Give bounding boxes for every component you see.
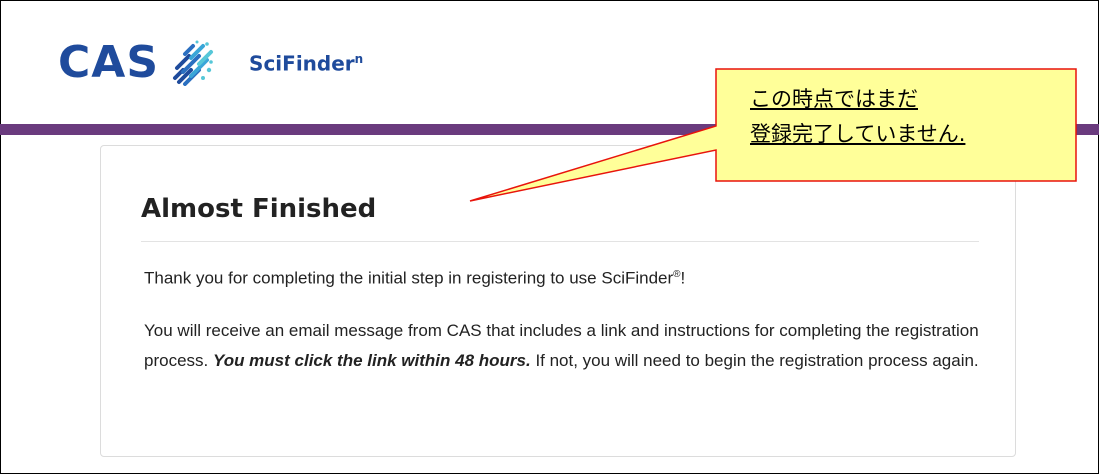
cas-molecule-logo-icon xyxy=(173,40,214,86)
scifinder-logo-text: SciFindern xyxy=(249,51,364,76)
callout-note-text: この時点ではまだ 登録完了していません. xyxy=(750,87,966,146)
thank-you-message: Thank you for completing the initial ste… xyxy=(144,268,686,288)
title-divider xyxy=(141,241,979,242)
registration-status-card: Almost Finished Thank you for completing… xyxy=(100,145,1016,457)
email-instructions-message: You will receive an email message from C… xyxy=(144,321,979,370)
cas-scifinder-logo[interactable]: CAS SciFindern xyxy=(58,40,363,86)
cas-logo-text: CAS xyxy=(58,37,160,88)
page-title: Almost Finished xyxy=(141,194,377,224)
deadline-warning: You must click the link within 48 hours. xyxy=(212,351,531,370)
